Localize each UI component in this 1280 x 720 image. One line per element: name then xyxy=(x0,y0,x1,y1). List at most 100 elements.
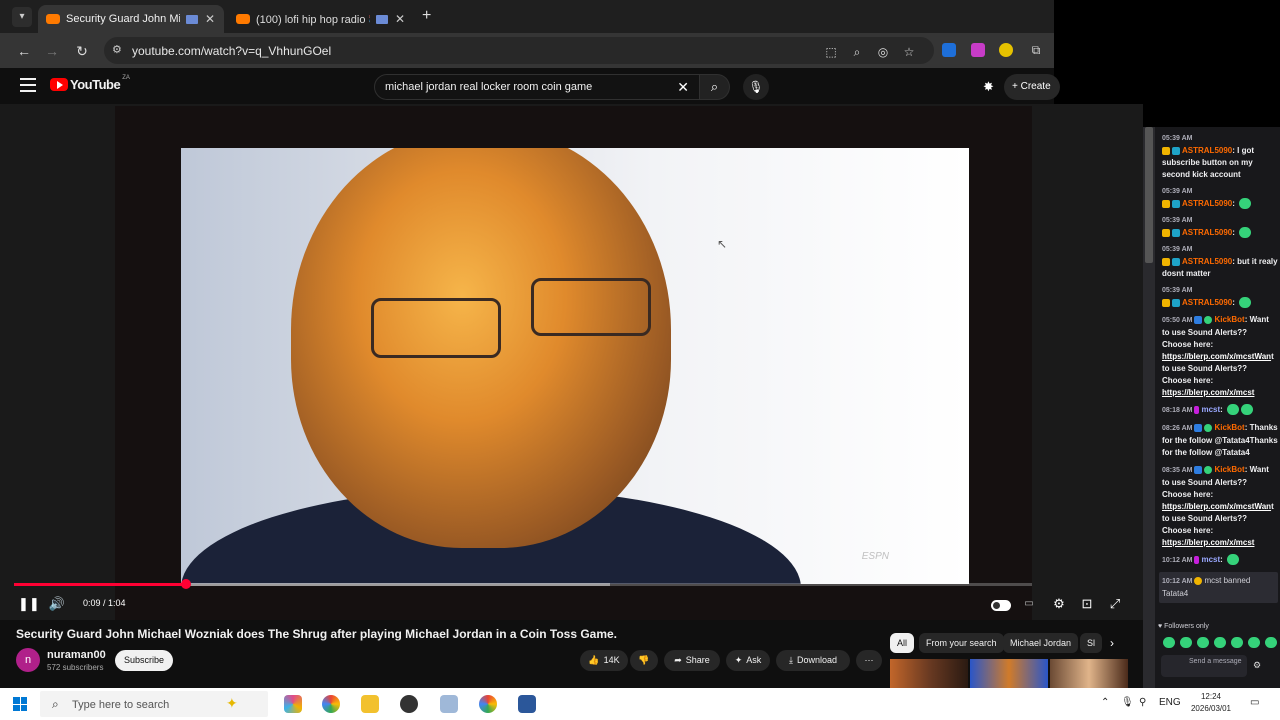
search-button[interactable]: ⌕ xyxy=(700,74,730,100)
chip-from-your-search[interactable]: From your search xyxy=(919,633,1004,653)
settings-gear-icon[interactable]: ⚙ xyxy=(1050,594,1068,614)
copilot-icon[interactable] xyxy=(284,695,302,713)
hamburger-menu-icon[interactable] xyxy=(20,78,36,92)
tab-active[interactable]: Security Guard John Micha ✕ xyxy=(38,5,224,33)
tab-inactive[interactable]: (100) lofi hip hop radio 📚 ✕ xyxy=(228,5,414,33)
youtube-logo-text: YouTube xyxy=(70,77,121,92)
new-tab-plus-icon[interactable]: + xyxy=(422,7,431,25)
clear-search-icon[interactable]: ✕ xyxy=(677,79,689,96)
site-info-icon[interactable]: ⚙ xyxy=(112,43,126,57)
chat-username[interactable]: ASTRAL5090 xyxy=(1182,228,1232,237)
search-input[interactable]: michael jordan real locker room coin gam… xyxy=(374,74,700,100)
tab-close-icon[interactable]: ✕ xyxy=(204,12,216,26)
chat-username[interactable]: KickBot xyxy=(1214,465,1244,474)
chat-link[interactable]: https://blerp.com/x/mcst xyxy=(1162,538,1254,547)
chat-scrollbar[interactable] xyxy=(1143,127,1155,688)
install-app-icon[interactable]: ⬚ xyxy=(824,45,838,59)
video-player[interactable]: ESPN ↖ ❚❚ 🔊 0:09 / 1:04 ▭ ⚙ ⊡ ⤢ xyxy=(0,104,1143,620)
word-icon[interactable] xyxy=(518,695,536,713)
extension-blue-icon[interactable] xyxy=(942,43,956,57)
progress-scrubber-handle[interactable] xyxy=(181,579,192,589)
browser-toolbar: ← → ↻ ⚙ youtube.com/watch?v=q_VhhunGOel … xyxy=(0,33,1054,68)
emote-icon[interactable] xyxy=(1231,637,1243,648)
reload-icon[interactable]: ↻ xyxy=(72,41,92,61)
autoplay-toggle[interactable] xyxy=(991,600,1011,611)
chat-username[interactable]: ASTRAL5090 xyxy=(1182,257,1232,266)
download-button[interactable]: ⤓ Download xyxy=(776,650,850,671)
volume-icon[interactable]: 🔊 xyxy=(48,594,66,614)
emote-icon[interactable] xyxy=(1197,637,1209,648)
chat-username[interactable]: ASTRAL5090 xyxy=(1182,298,1232,307)
tray-chevron-icon[interactable]: ⌃ xyxy=(1101,697,1109,708)
chat-username[interactable]: ASTRAL5090 xyxy=(1182,146,1232,155)
snipping-tool-icon[interactable] xyxy=(440,695,458,713)
channel-name[interactable]: nuraman00 xyxy=(47,649,106,661)
crown-badge-icon xyxy=(1162,298,1170,307)
extension-purple-icon[interactable] xyxy=(971,43,985,57)
chat-username[interactable]: KickBot xyxy=(1214,315,1244,324)
chip-michael-jordan[interactable]: Michael Jordan xyxy=(1003,633,1079,653)
youtube-favicon-icon xyxy=(46,14,60,24)
chat-username[interactable]: mcst xyxy=(1201,555,1220,564)
chat-username[interactable]: KickBot xyxy=(1214,423,1244,432)
chat-username[interactable]: ASTRAL5090 xyxy=(1182,199,1232,208)
recommended-thumbnail[interactable] xyxy=(970,659,1048,688)
voice-search-mic-icon[interactable]: 🎙 xyxy=(743,74,769,100)
recommended-thumbnail[interactable] xyxy=(1050,659,1128,688)
network-icon[interactable]: ⚲ xyxy=(1139,697,1146,708)
pause-icon[interactable]: ❚❚ xyxy=(18,594,40,614)
address-bar[interactable]: ⚙ youtube.com/watch?v=q_VhhunGOel ⬚ ⌕ ◎ … xyxy=(104,37,934,64)
bookmark-star-icon[interactable]: ☆ xyxy=(902,45,916,59)
chip-all[interactable]: All xyxy=(890,633,915,653)
ban-hammer-icon xyxy=(1194,576,1203,585)
emote-icon[interactable] xyxy=(1248,637,1260,648)
emote-icon[interactable] xyxy=(1214,637,1226,648)
forward-arrow-icon[interactable]: → xyxy=(42,41,62,61)
share-button[interactable]: ➦ Share xyxy=(664,650,720,671)
captions-icon[interactable]: ▭ xyxy=(1020,594,1038,614)
tab-search-chevron-icon[interactable]: ▾ xyxy=(12,7,32,27)
create-button[interactable]: + Create xyxy=(1004,74,1060,100)
chip-truncated[interactable]: Sl xyxy=(1080,633,1103,653)
chat-link[interactable]: https://blerp.com/x/mcstWan xyxy=(1162,502,1271,511)
youtube-logo[interactable]: YouTube ZA xyxy=(50,75,130,92)
file-explorer-icon[interactable] xyxy=(361,695,379,713)
notification-icon[interactable]: ▭ xyxy=(1250,697,1259,708)
chrome-icon[interactable] xyxy=(322,695,340,713)
chat-message-input[interactable]: Send a message xyxy=(1161,655,1247,677)
emote-icon[interactable] xyxy=(1180,637,1192,648)
emote-icon[interactable] xyxy=(1265,637,1277,648)
taskbar-search-input[interactable]: ⌕ Type here to search ✦ xyxy=(40,691,268,717)
tab-close-icon[interactable]: ✕ xyxy=(394,12,406,26)
taskbar-clock[interactable]: 12:24 2026/03/01 xyxy=(1182,691,1240,715)
chevron-right-icon[interactable]: › xyxy=(1110,636,1114,650)
miniplayer-icon[interactable]: ⊡ xyxy=(1078,594,1096,614)
chat-username[interactable]: mcst xyxy=(1201,405,1220,414)
extensions-puzzle-icon[interactable]: ⧉ xyxy=(1029,43,1043,57)
like-button[interactable]: 👍 14K xyxy=(580,650,628,671)
recommended-thumbnail[interactable] xyxy=(890,659,968,688)
microphone-icon[interactable]: 🎙 xyxy=(1121,697,1134,708)
chat-settings-icon[interactable]: ⚙ xyxy=(1253,660,1261,671)
quick-emote-row[interactable] xyxy=(1163,637,1280,648)
ask-button[interactable]: ✦ Ask xyxy=(726,650,770,671)
chrome-icon[interactable] xyxy=(479,695,497,713)
channel-avatar[interactable]: n xyxy=(16,648,40,672)
zoom-icon[interactable]: ⌕ xyxy=(850,45,864,59)
chat-link[interactable]: https://blerp.com/x/mcst xyxy=(1162,388,1254,397)
notifications-icon[interactable]: ✸ xyxy=(983,79,994,95)
fullscreen-icon[interactable]: ⤢ xyxy=(1106,594,1124,614)
extension-yellow-icon[interactable] xyxy=(999,43,1013,57)
chat-scroll-thumb[interactable] xyxy=(1145,127,1153,263)
language-indicator[interactable]: ENG xyxy=(1159,697,1181,708)
dislike-button[interactable]: 👎 xyxy=(630,650,658,671)
more-actions-icon[interactable]: ⋯ xyxy=(856,650,882,671)
tracking-eye-icon[interactable]: ◎ xyxy=(876,45,890,59)
back-arrow-icon[interactable]: ← xyxy=(14,41,34,61)
obs-icon[interactable] xyxy=(400,695,418,713)
progress-bar[interactable] xyxy=(14,579,1032,589)
subscribe-button[interactable]: Subscribe xyxy=(115,650,173,671)
chat-link[interactable]: https://blerp.com/x/mcstWan xyxy=(1162,352,1271,361)
emote-icon[interactable] xyxy=(1163,637,1175,648)
windows-start-icon[interactable] xyxy=(13,697,27,711)
